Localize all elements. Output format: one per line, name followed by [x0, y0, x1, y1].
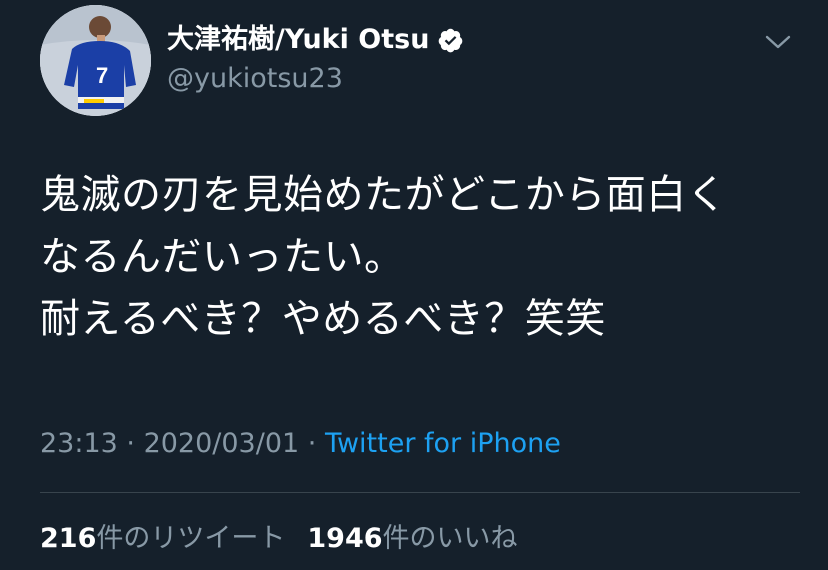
- tweet-line: なるんだいったい。: [40, 234, 405, 280]
- likes-count: 1946: [307, 523, 383, 554]
- author-handle[interactable]: @yukiotsu23: [167, 64, 343, 94]
- tweet-source-link[interactable]: Twitter for iPhone: [325, 428, 561, 459]
- author-display-name-row[interactable]: 大津祐樹/Yuki Otsu: [167, 22, 464, 58]
- tweet-line: 鬼滅の刃を見始めたがどこから面白く: [40, 172, 728, 218]
- likes-stat[interactable]: 1946件のいいね: [307, 521, 517, 557]
- avatar[interactable]: 7: [40, 5, 151, 116]
- svg-text:7: 7: [96, 63, 108, 88]
- tweet-stats: 216件のリツイート 1946件のいいね: [40, 521, 518, 557]
- retweets-label: 件のリツイート: [96, 523, 286, 554]
- author-display-name: 大津祐樹/Yuki Otsu: [167, 24, 430, 55]
- chevron-down-icon[interactable]: [764, 30, 792, 54]
- retweets-count: 216: [40, 523, 97, 554]
- meta-separator: ·: [299, 428, 325, 459]
- retweets-stat[interactable]: 216件のリツイート: [40, 521, 285, 557]
- tweet-text: 鬼滅の刃を見始めたがどこから面白く なるんだいったい。 耐えるべき？やめるべき？…: [40, 164, 800, 350]
- tweet-line: 耐えるべき？やめるべき？笑笑: [40, 296, 606, 342]
- divider: [40, 492, 800, 493]
- tweet-date[interactable]: 2020/03/01: [144, 428, 300, 459]
- meta-separator: ·: [117, 428, 144, 459]
- tweet-meta: 23:13 · 2020/03/01 · Twitter for iPhone: [40, 426, 561, 462]
- likes-label: 件のいいね: [382, 523, 518, 554]
- verified-badge-icon: [439, 28, 463, 52]
- player-avatar-image: 7: [40, 5, 151, 116]
- tweet-time[interactable]: 23:13: [40, 428, 118, 459]
